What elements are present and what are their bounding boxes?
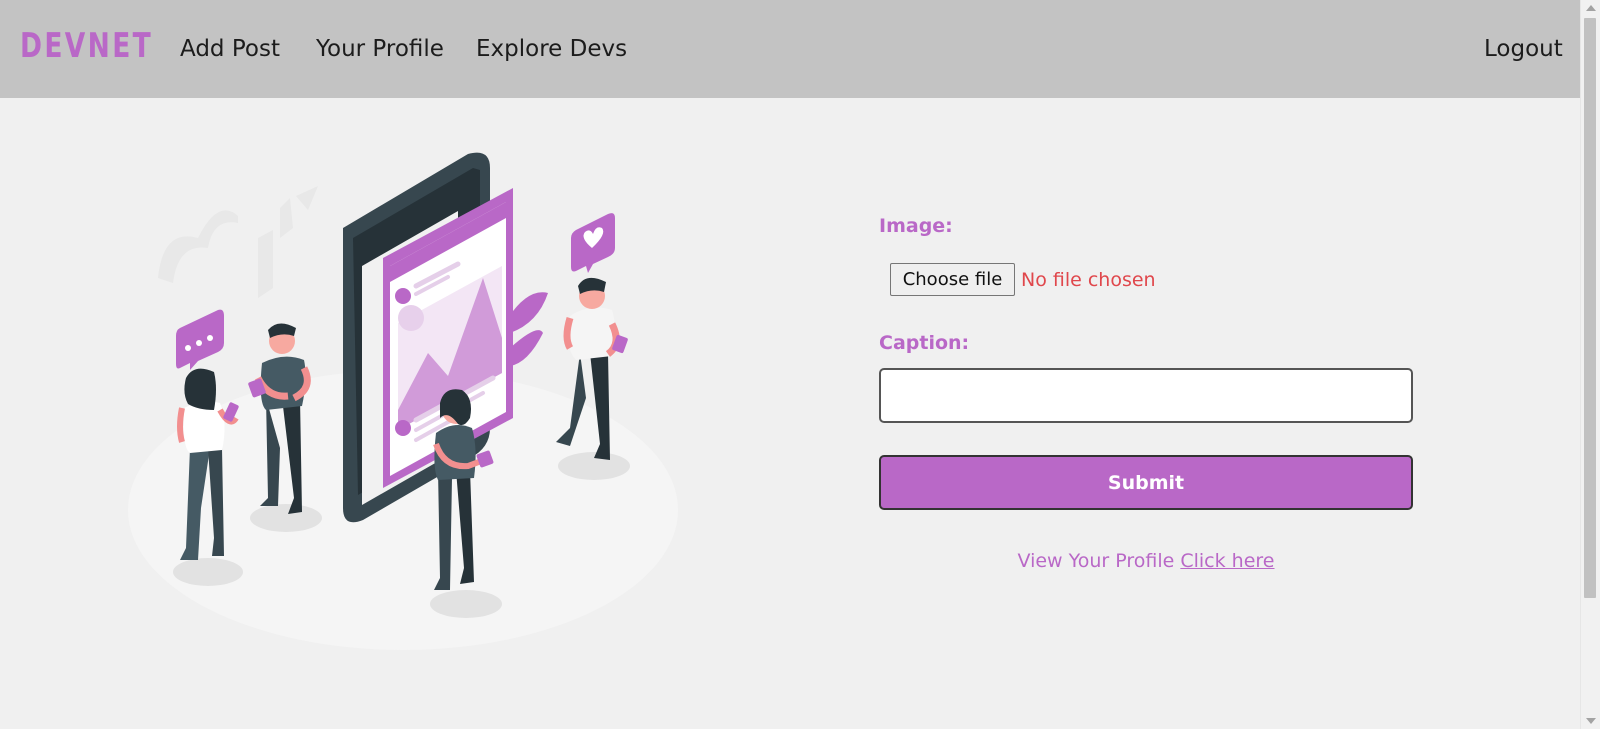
- view-profile-text: View Your Profile: [1017, 550, 1175, 572]
- scroll-thumb[interactable]: [1584, 18, 1596, 598]
- file-status-text: No file chosen: [1021, 269, 1156, 291]
- nav-add-post[interactable]: Add Post: [180, 36, 280, 62]
- chat-bubble-icon: [176, 309, 224, 370]
- social-media-illustration: [128, 152, 678, 650]
- navbar: DEVNET Add Post Your Profile Explore Dev…: [0, 0, 1581, 98]
- heart-bubble-icon: [571, 213, 615, 273]
- logout-link[interactable]: Logout: [1484, 36, 1563, 62]
- image-label: Image:: [879, 215, 953, 237]
- caption-input[interactable]: [879, 368, 1413, 423]
- scroll-up-icon[interactable]: [1586, 5, 1596, 11]
- nav-explore-devs[interactable]: Explore Devs: [476, 36, 627, 62]
- logo[interactable]: DEVNET: [20, 26, 153, 66]
- nav-your-profile[interactable]: Your Profile: [316, 36, 444, 62]
- scroll-down-icon[interactable]: [1586, 718, 1596, 724]
- choose-file-button[interactable]: Choose file: [890, 263, 1015, 296]
- caption-label: Caption:: [879, 332, 970, 354]
- view-profile-link[interactable]: Click here: [1180, 550, 1274, 572]
- vertical-scrollbar[interactable]: [1580, 0, 1600, 729]
- view-profile-line: View Your Profile Click here: [879, 550, 1413, 572]
- submit-button[interactable]: Submit: [879, 455, 1413, 510]
